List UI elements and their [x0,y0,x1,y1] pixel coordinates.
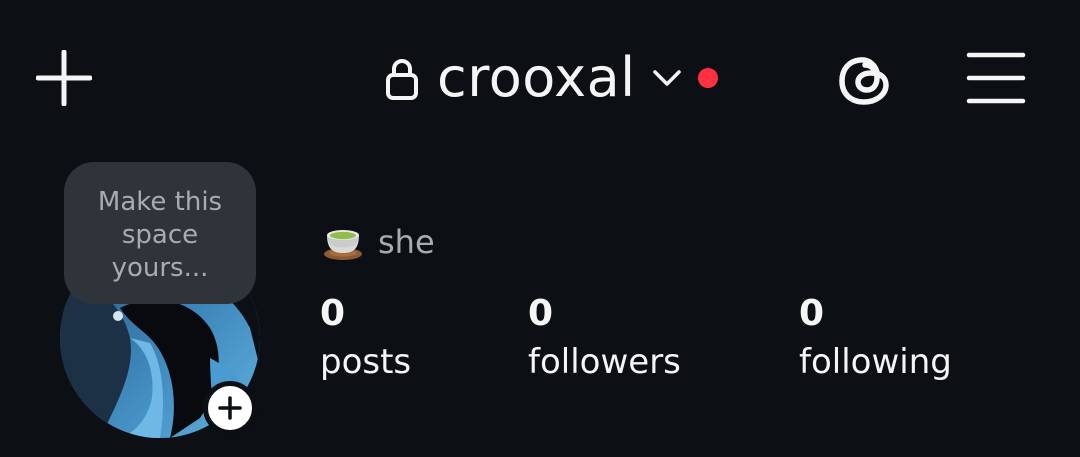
threads-icon[interactable] [836,50,896,110]
posts-count: 0 [320,293,346,334]
note-bubble[interactable]: Make this space yours... [64,162,256,304]
following-count: 0 [799,293,825,334]
followers-count: 0 [528,293,554,334]
following-stat[interactable]: 0 following [799,292,952,388]
add-story-button[interactable] [203,381,257,435]
profile-username: crooxal [437,46,636,109]
pronouns: she [378,223,435,261]
posts-stat[interactable]: 0 posts [320,292,411,388]
followers-stat[interactable]: 0 followers [528,292,681,388]
posts-label: posts [320,342,412,382]
following-label: following [799,342,952,382]
lock-icon [386,59,418,100]
chevron-down-icon [652,70,681,86]
plus-icon [218,396,242,420]
tea-cup-icon [324,230,362,260]
account-switcher[interactable]: crooxal [385,44,718,112]
pronoun-row: she [322,218,435,266]
notification-dot [697,68,718,88]
new-post-plus-icon[interactable] [36,50,92,106]
hamburger-menu-icon[interactable] [965,50,1027,106]
followers-label: followers [528,342,681,382]
